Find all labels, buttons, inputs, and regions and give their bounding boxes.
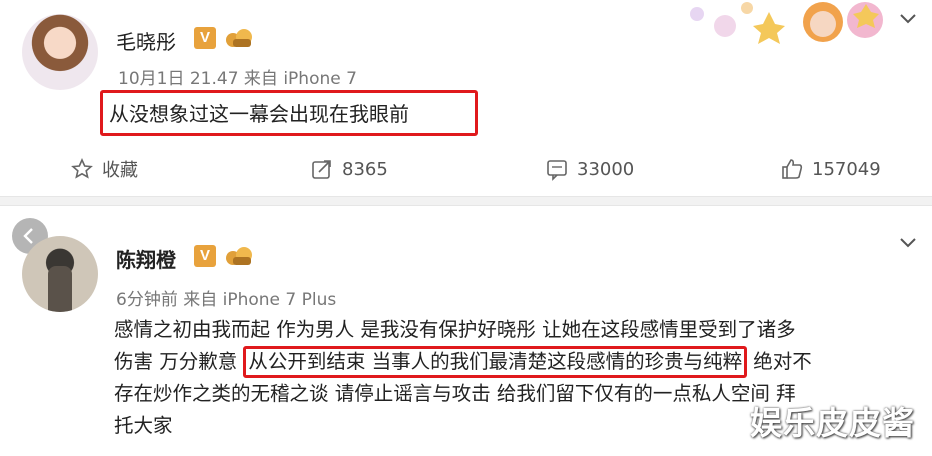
star-icon xyxy=(71,158,93,179)
favorite-button[interactable]: 收藏 xyxy=(70,144,138,194)
post-meta: 6分钟前 来自 iPhone 7 Plus xyxy=(116,290,337,310)
chevron-down-icon[interactable] xyxy=(898,236,918,250)
chevron-left-icon xyxy=(23,228,33,244)
post-text-line: 感情之初由我而起 作为男人 是我没有保护好晓彤 让她在这段感情里受到了诸多 xyxy=(114,318,796,341)
post-content-highlighted: 从没想象过这一幕会出现在我眼前 xyxy=(100,90,478,136)
fan-level-badge-icon xyxy=(226,27,254,49)
watermark: 娱乐皮皮酱 xyxy=(750,404,916,442)
verified-badge-icon: V xyxy=(194,27,216,49)
repost-icon xyxy=(312,160,331,179)
username[interactable]: 毛晓彤 xyxy=(116,26,176,55)
comment-button[interactable]: 33000 xyxy=(545,144,634,194)
decorative-sticker-icon xyxy=(690,2,883,44)
post-text-line: 伤害 万分歉意 从公开到结束 当事人的我们最清楚这段感情的珍贵与纯粹 绝对不 xyxy=(114,346,914,378)
weibo-post-1: 毛晓彤 V 10月1日 21.47 来自 iPhone 7 从没想象过这一幕会出… xyxy=(0,0,932,196)
repost-count: 8365 xyxy=(342,158,388,180)
post-text-segment: 绝对不 xyxy=(747,350,812,373)
post-action-bar: 收藏 8365 33000 157049 xyxy=(0,144,932,194)
thumbs-up-icon xyxy=(782,159,803,179)
avatar[interactable] xyxy=(22,236,98,312)
fan-level-badge-icon xyxy=(226,245,254,267)
comment-icon xyxy=(547,160,567,181)
like-count: 157049 xyxy=(812,158,881,180)
post-text-segment: 伤害 万分歉意 xyxy=(114,350,244,373)
repost-button[interactable]: 8365 xyxy=(310,144,388,194)
favorite-label: 收藏 xyxy=(102,160,138,181)
avatar[interactable] xyxy=(22,14,98,90)
like-button[interactable]: 157049 xyxy=(780,144,881,194)
verified-badge-icon: V xyxy=(194,245,216,267)
username[interactable]: 陈翔橙 xyxy=(116,244,176,273)
post-meta: 10月1日 21.47 来自 iPhone 7 xyxy=(118,69,357,89)
chevron-down-icon[interactable] xyxy=(898,12,918,26)
comment-count: 33000 xyxy=(577,158,635,180)
post-separator xyxy=(0,196,932,206)
highlighted-text: 从公开到结束 当事人的我们最清楚这段感情的珍贵与纯粹 xyxy=(243,346,748,378)
